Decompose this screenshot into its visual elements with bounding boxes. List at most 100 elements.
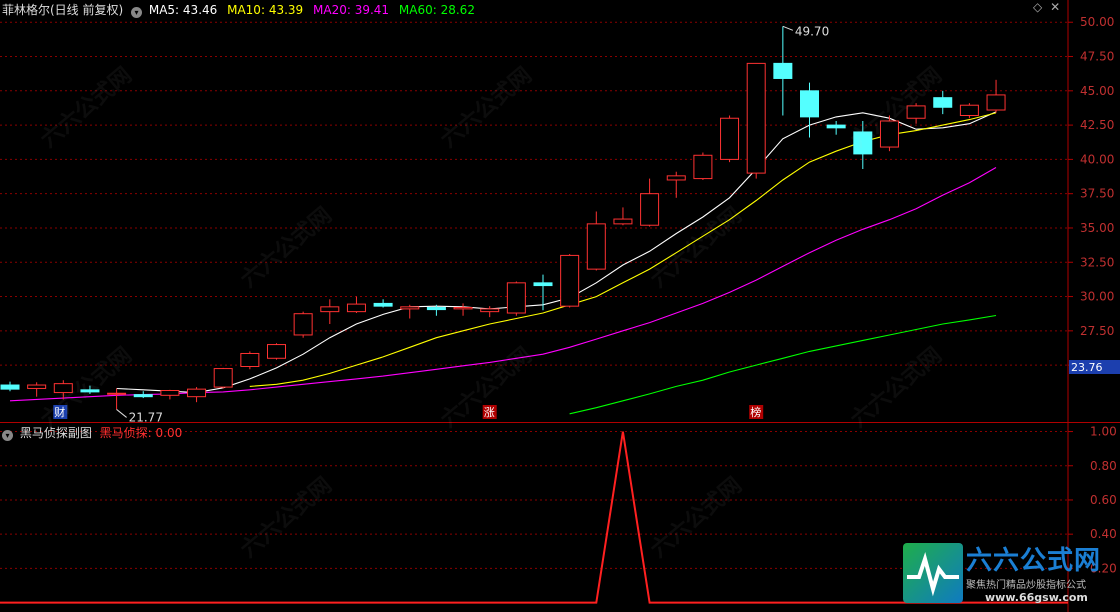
candle xyxy=(506,281,526,316)
candle-body xyxy=(746,62,766,174)
candle-body xyxy=(533,282,553,287)
ma-line-ma10 xyxy=(249,112,997,387)
indicator-label: 黑马侦探: xyxy=(99,426,152,440)
candle-body xyxy=(693,154,713,180)
candle xyxy=(453,303,473,316)
candle xyxy=(720,115,740,163)
y-tick-label: 35.00 xyxy=(1080,221,1114,235)
candle-body xyxy=(453,307,473,310)
candle xyxy=(666,171,686,198)
y-tick-label: 45.00 xyxy=(1080,84,1114,98)
y-tick-label: 42.50 xyxy=(1080,118,1114,132)
ma20-label: MA20: 39.41 xyxy=(313,3,390,17)
price-tag-label: 23.76 xyxy=(1071,361,1103,374)
candle-body xyxy=(320,306,340,313)
candle xyxy=(586,211,606,271)
candle xyxy=(346,296,366,314)
candle-body xyxy=(213,368,233,388)
y-tick-label: 47.50 xyxy=(1080,50,1114,64)
candle xyxy=(746,62,766,179)
candle xyxy=(187,387,207,403)
candle-body xyxy=(160,390,180,396)
candle xyxy=(773,26,793,116)
candle xyxy=(373,299,393,308)
sub-panel-header: ▾ 黑马侦探副图 黑马侦探: 0.00 xyxy=(2,424,182,441)
ma-settings-icon[interactable]: ▾ xyxy=(131,7,143,18)
ma5-label: MA5: 43.46 xyxy=(148,3,218,17)
candle-body xyxy=(933,97,953,108)
candle-body xyxy=(800,90,819,118)
candle xyxy=(267,343,286,360)
candle xyxy=(560,254,580,308)
candle xyxy=(693,152,713,180)
candle-body xyxy=(27,384,47,389)
main-panel-header: 菲林格尔(日线 前复权) ▾ MA5: 43.46 MA10: 43.39 MA… xyxy=(2,1,475,18)
candle xyxy=(986,79,1006,113)
stock-chart[interactable]: 50.00 47.50 45.00 42.50 40.00 37.50 35.00 32.50… xyxy=(0,0,1120,612)
candle xyxy=(640,178,660,227)
candle xyxy=(320,299,340,324)
candle-body xyxy=(267,344,286,359)
candle-body xyxy=(0,384,20,390)
candle xyxy=(400,304,420,319)
candle xyxy=(107,388,127,410)
high-label: 49.70 xyxy=(795,24,829,38)
candle xyxy=(213,367,233,389)
candle xyxy=(480,306,500,318)
candle-body xyxy=(346,303,366,313)
candle-body xyxy=(506,282,526,314)
y-tick-label: 50.00 xyxy=(1080,15,1114,29)
candle-body xyxy=(373,302,393,307)
candle xyxy=(160,389,180,400)
candle-body xyxy=(666,175,686,181)
candle-body xyxy=(586,223,606,270)
candle-body xyxy=(720,117,740,160)
site-logo-subtitle: 聚焦热门精品炒股指标公式 xyxy=(966,580,1086,591)
close-icon[interactable]: ✕ xyxy=(1050,0,1060,14)
site-logo-url: www.66gsw.com xyxy=(985,591,1088,604)
candle-body xyxy=(480,308,500,313)
candle-body xyxy=(107,392,127,395)
candle-body xyxy=(560,254,580,307)
candle-body xyxy=(426,307,446,311)
candle xyxy=(133,391,153,399)
event-marker-label: 涨 xyxy=(484,406,495,419)
diamond-icon[interactable]: ◇ xyxy=(1033,0,1042,14)
sub-settings-icon[interactable]: ▾ xyxy=(2,430,13,441)
site-logo-icon xyxy=(903,543,963,603)
ma60-label: MA60: 28.62 xyxy=(398,3,475,17)
y-tick-label: 30.00 xyxy=(1080,290,1114,304)
candle xyxy=(800,82,819,138)
candle xyxy=(959,103,979,119)
y-tick-label: 32.50 xyxy=(1080,255,1114,269)
candle-body xyxy=(773,62,793,79)
stock-title[interactable]: 菲林格尔(日线 前复权) xyxy=(2,3,123,17)
y-tick-label: 0.60 xyxy=(1090,493,1117,507)
candle xyxy=(27,382,47,397)
low-label: 21.77 xyxy=(129,410,163,424)
indicator-value: 0.00 xyxy=(155,426,183,440)
candle xyxy=(293,311,313,338)
panel-controls: ◇ ✕ xyxy=(1033,0,1060,14)
candle-body xyxy=(613,218,633,225)
y-tick-label: 37.50 xyxy=(1080,187,1114,201)
ma10-label: MA10: 43.39 xyxy=(227,3,304,17)
candle-body xyxy=(187,388,207,398)
event-marker-label: 榜 xyxy=(750,405,761,419)
candle-body xyxy=(640,193,660,226)
y-tick-label: 40.00 xyxy=(1080,152,1114,166)
candle-body xyxy=(240,352,260,368)
y-tick-label: 27.50 xyxy=(1080,324,1114,338)
candle-body xyxy=(293,313,313,336)
candle-body xyxy=(133,394,153,398)
site-logo-name: 六六公式网 xyxy=(966,546,1102,576)
sub-panel-title[interactable]: 黑马侦探副图 xyxy=(20,426,92,440)
low-pointer xyxy=(116,409,127,418)
candle xyxy=(240,351,260,370)
candle-body xyxy=(986,94,1006,111)
candle-body xyxy=(959,104,979,116)
candle xyxy=(933,90,953,115)
high-pointer xyxy=(782,25,794,31)
y-tick-label: 1.00 xyxy=(1090,425,1117,439)
candle xyxy=(0,381,20,392)
